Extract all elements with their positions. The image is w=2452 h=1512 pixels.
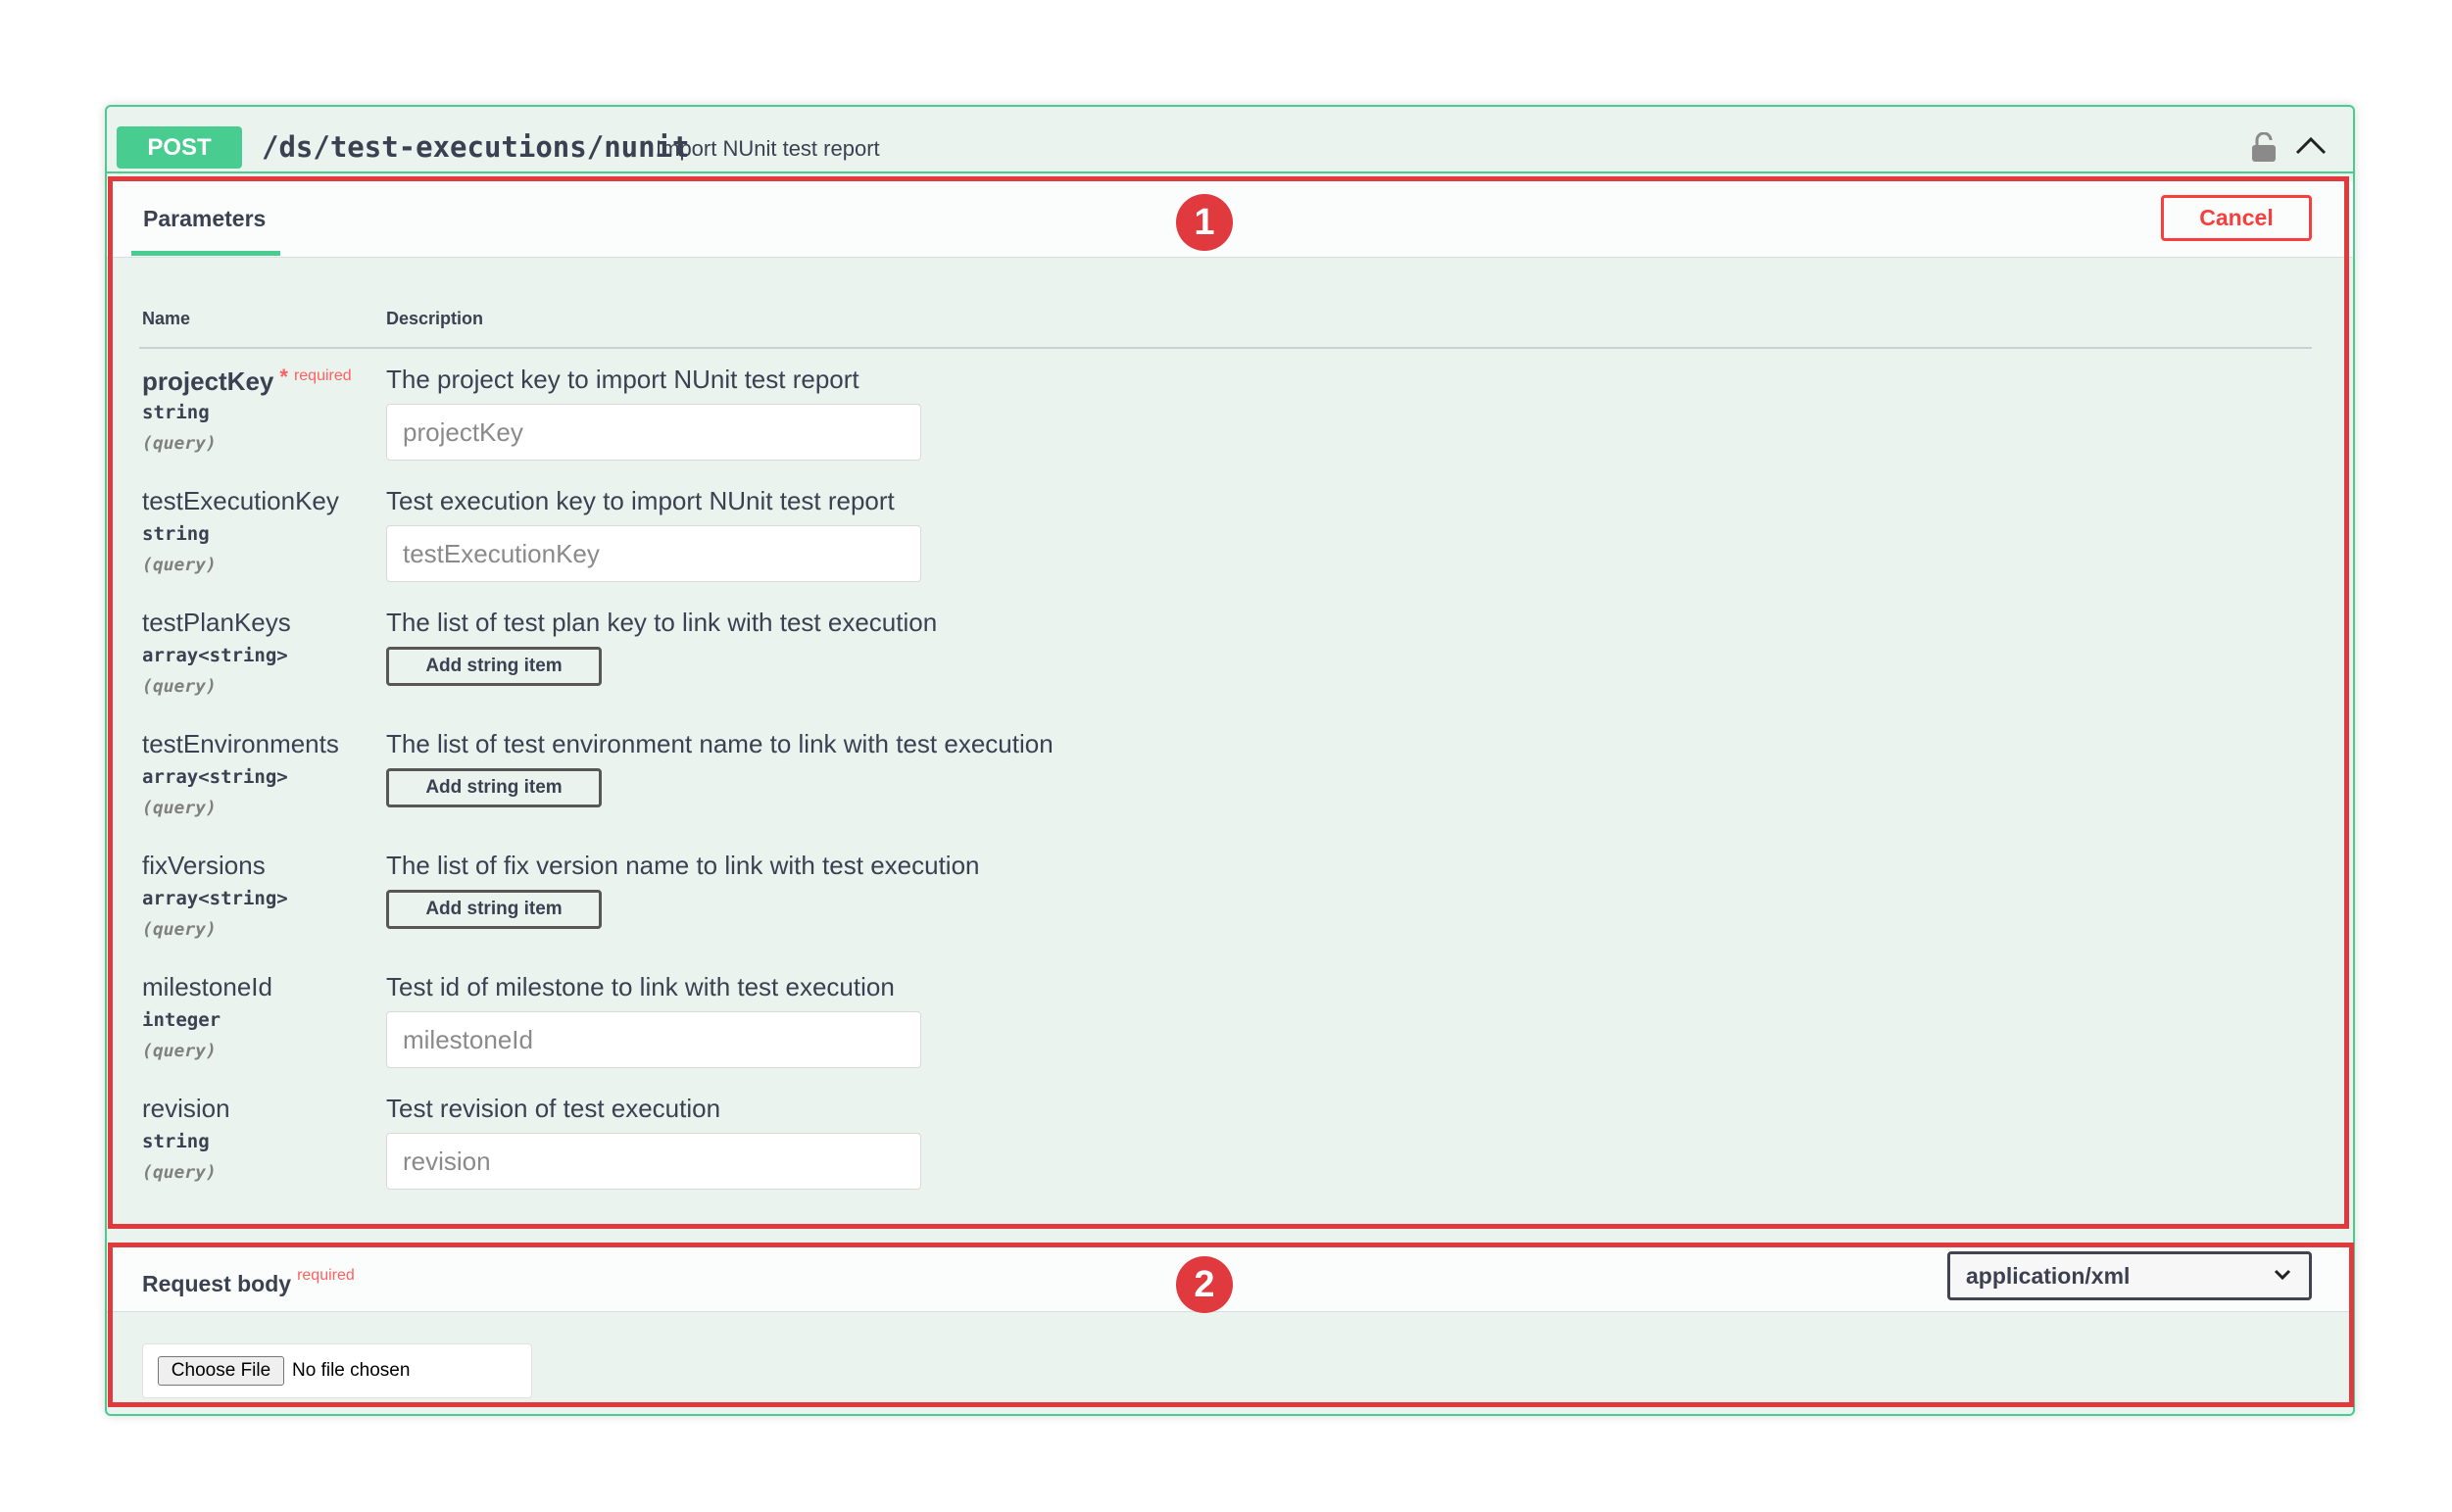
parameter-description: The list of fix version name to link wit… (386, 851, 980, 880)
revision-input[interactable] (386, 1133, 921, 1190)
parameter-name-text: projectKey (142, 366, 274, 396)
required-asterisk: * (279, 365, 288, 389)
cancel-button[interactable]: Cancel (2161, 195, 2312, 241)
chevron-up-icon[interactable] (2294, 134, 2328, 156)
parameter-name: testEnvironments (142, 729, 339, 759)
parameter-name-text: milestoneId (142, 972, 272, 1001)
annotation-badge-2: 2 (1176, 1256, 1233, 1313)
parameter-name: revision (142, 1094, 230, 1124)
tab-parameters[interactable]: Parameters (131, 181, 280, 256)
parameter-description: The list of test plan key to link with t… (386, 608, 938, 637)
parameter-name-text: testExecutionKey (142, 486, 339, 515)
parameter-description: The list of test environment name to lin… (386, 729, 1054, 758)
milestoneId-input[interactable] (386, 1011, 921, 1068)
parameter-row-projectKey: projectKey * required string (query) The proj… (107, 365, 2353, 486)
parameter-type: integer (142, 1009, 221, 1031)
parameter-type: array<string> (142, 766, 288, 788)
parameter-location: (query) (142, 676, 217, 697)
add-string-item-button[interactable]: Add string item (386, 768, 602, 807)
parameter-row-fixVersions: fixVersions array<string> (query) The list … (107, 851, 2353, 972)
request-body-label: Request body (142, 1271, 292, 1296)
parameter-name-text: revision (142, 1094, 230, 1123)
add-string-item-button[interactable]: Add string item (386, 647, 602, 686)
parameter-row-revision: revision string (query) Test revision of te… (107, 1094, 2353, 1215)
parameter-description: The project key to import NUnit test rep… (386, 365, 859, 394)
opblock-summary[interactable]: POST /ds/test-executions/nunit Import NU… (107, 107, 2353, 173)
request-body-title: Request body required (142, 1267, 355, 1297)
method-badge: POST (117, 126, 242, 169)
parameter-type: string (142, 1131, 210, 1152)
parameter-location: (query) (142, 1162, 217, 1183)
lock-icon[interactable] (2251, 132, 2277, 162)
parameter-description: Test revision of test execution (386, 1094, 721, 1123)
projectKey-input[interactable] (386, 404, 921, 461)
parameter-name: fixVersions (142, 851, 266, 881)
table-divider (139, 347, 2312, 349)
parameter-description: Test id of milestone to link with test e… (386, 972, 895, 1001)
request-body-required-label: required (297, 1267, 355, 1284)
parameter-name: testPlanKeys (142, 608, 291, 638)
parameter-row-testEnvironments: testEnvironments array<string> (query) The … (107, 729, 2353, 851)
file-input[interactable]: Choose File No file chosen (142, 1343, 532, 1398)
parameter-name-text: fixVersions (142, 851, 266, 880)
column-header-description: Description (386, 309, 484, 328)
file-status: No file chosen (292, 1360, 411, 1381)
column-header-name: Name (142, 309, 191, 328)
required-label: required (293, 367, 352, 384)
parameter-type: array<string> (142, 645, 288, 666)
opblock-post: POST /ds/test-executions/nunit Import NU… (105, 105, 2355, 1416)
endpoint-path: /ds/test-executions/nunit (262, 130, 690, 164)
parameter-description: Test execution key to import NUnit test … (386, 486, 895, 515)
parameter-name-text: testPlanKeys (142, 608, 291, 637)
parameter-location: (query) (142, 433, 217, 454)
parameter-name: milestoneId (142, 972, 272, 1002)
parameter-location: (query) (142, 1041, 217, 1061)
parameter-location: (query) (142, 555, 217, 575)
parameter-location: (query) (142, 919, 217, 940)
parameter-name-text: testEnvironments (142, 729, 339, 758)
endpoint-summary: Import NUnit test report (656, 136, 880, 161)
parameter-row-testPlanKeys: testPlanKeys array<string> (query) The list… (107, 608, 2353, 729)
choose-file-button[interactable]: Choose File (158, 1356, 284, 1386)
annotation-badge-1: 1 (1176, 194, 1233, 251)
parameter-type: string (142, 523, 210, 545)
parameter-row-milestoneId: milestoneId integer (query) Test id of mile… (107, 972, 2353, 1094)
chevron-down-icon (2274, 1269, 2291, 1281)
parameter-type: string (142, 402, 210, 423)
content-type-select[interactable]: application/xml (1947, 1251, 2312, 1300)
parameter-location: (query) (142, 798, 217, 818)
add-string-item-button[interactable]: Add string item (386, 890, 602, 929)
parameter-row-testExecutionKey: testExecutionKey string (query) Test execut… (107, 486, 2353, 608)
parameter-type: array<string> (142, 888, 288, 909)
parameter-name: testExecutionKey (142, 486, 339, 516)
content-type-value: application/xml (1966, 1263, 2131, 1289)
testExecutionKey-input[interactable] (386, 525, 921, 582)
parameter-name: projectKey * required (142, 365, 352, 397)
